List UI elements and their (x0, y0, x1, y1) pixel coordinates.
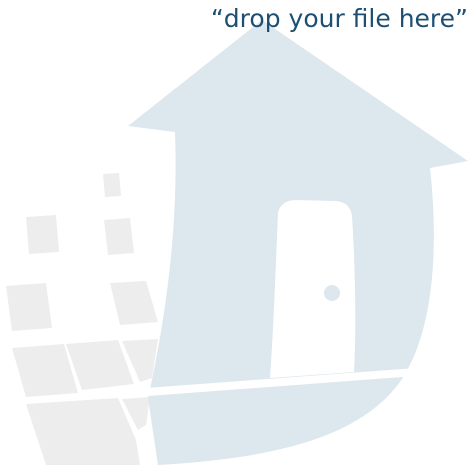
file-drop-zone[interactable]: “drop your file here” (0, 0, 470, 465)
house-drop-icon (6, 20, 470, 465)
door-knob-graphic (324, 285, 340, 301)
house-graphic (128, 20, 470, 465)
drop-hint-text: “drop your file here” (210, 4, 468, 33)
floor-tiles-graphic (6, 173, 158, 465)
door-graphic (270, 200, 356, 378)
